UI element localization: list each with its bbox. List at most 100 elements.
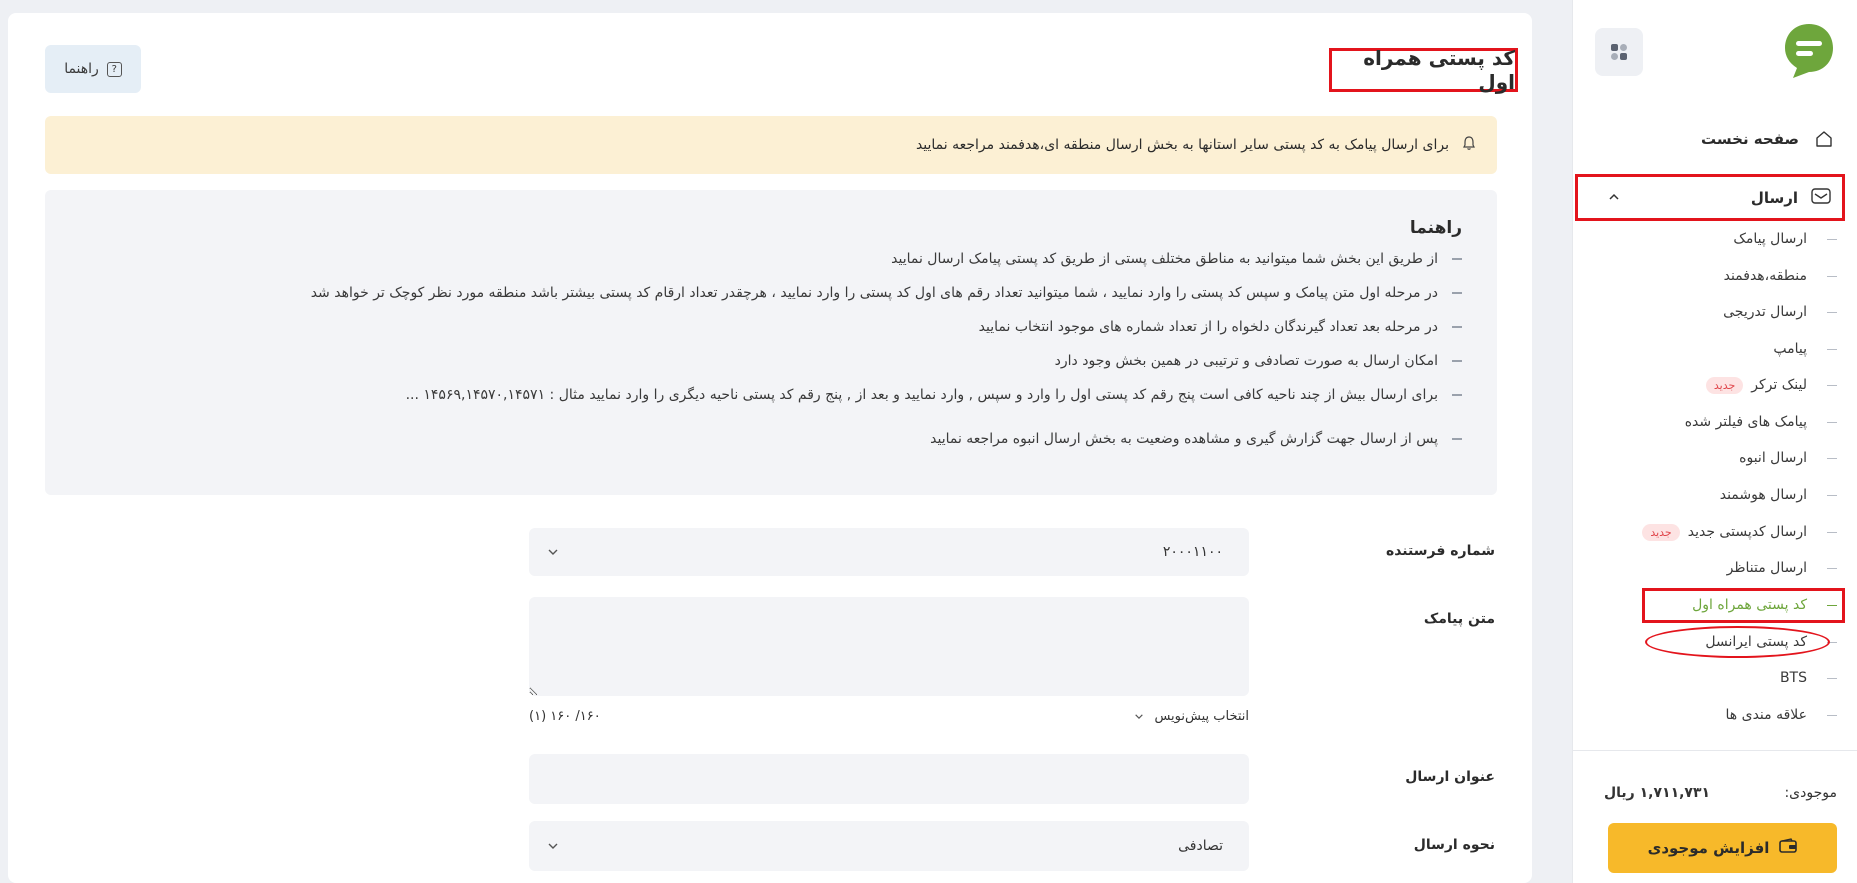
template-picker[interactable]: انتخاب پیش‌نویس xyxy=(1134,709,1249,724)
guide-title: راهنما xyxy=(1409,218,1462,238)
sidebar-item-send-sms[interactable]: ارسال پیامک xyxy=(1587,225,1837,253)
balance-label: موجودی: xyxy=(1784,785,1837,801)
dash-icon xyxy=(1452,394,1462,396)
dash-icon xyxy=(1452,292,1462,294)
chevron-down-icon xyxy=(547,838,559,854)
new-badge: جدید xyxy=(1642,523,1680,541)
guide-list: از طریق این بخش شما میتوانید به مناطق مخ… xyxy=(82,242,1462,456)
sms-count: (۱) xyxy=(529,709,547,724)
chevron-down-icon xyxy=(547,544,559,560)
sidebar-item-label: BTS xyxy=(1779,670,1807,686)
dash-icon xyxy=(1827,531,1837,533)
char-counter: ۱۶۰/ ۱۶۰ (۱) xyxy=(529,709,601,724)
sidebar-item-new-postcode-send[interactable]: ارسال کدپستی جدید جدید xyxy=(1587,518,1837,546)
guide-item: از طریق این بخش شما میتوانید به مناطق مخ… xyxy=(82,242,1462,276)
sidebar-item-label: ارسال کدپستی جدید xyxy=(1687,524,1807,540)
nav-home[interactable]: صفحه نخست xyxy=(1599,121,1837,157)
subject-input[interactable] xyxy=(529,754,1249,804)
sidebar-item-label: ارسال انبوه xyxy=(1739,450,1807,466)
bell-icon xyxy=(1461,135,1477,155)
guide-item-text: پس از ارسال جهت گزارش گیری و مشاهده وضعی… xyxy=(930,431,1438,447)
dash-icon xyxy=(1827,348,1837,350)
apps-button[interactable] xyxy=(1595,28,1643,76)
help-button[interactable]: ? راهنما xyxy=(45,45,141,93)
guide-item: در مرحله بعد تعداد گیرندگان دلخواه را از… xyxy=(82,310,1462,344)
apps-grid-icon xyxy=(1611,44,1627,60)
guide-item-text: امکان ارسال به صورت تصادفی و ترتیبی در ه… xyxy=(1054,353,1438,369)
guide-item-text: در مرحله بعد تعداد گیرندگان دلخواه را از… xyxy=(978,319,1438,335)
dash-icon xyxy=(1827,238,1837,240)
message-label: متن پیامک xyxy=(1423,611,1495,627)
sidebar-item-label: ارسال تدریجی xyxy=(1723,304,1807,320)
nav-home-label: صفحه نخست xyxy=(1700,130,1799,148)
guide-item: امکان ارسال به صورت تصادفی و ترتیبی در ه… xyxy=(82,344,1462,378)
sender-value: ۲۰۰۰۱۱۰۰ xyxy=(1162,544,1223,560)
sidebar-item-bulk-send[interactable]: ارسال انبوه xyxy=(1587,444,1837,472)
subject-label: عنوان ارسال xyxy=(1405,769,1495,785)
balance-row: موجودی: ۱,۷۱۱,۷۳۱ ریال xyxy=(1604,785,1837,801)
sidebar: صفحه نخست ارسال ارسال پیامک منطقه،هدفمند… xyxy=(1572,0,1857,883)
sender-select[interactable]: ۲۰۰۰۱۱۰۰ xyxy=(529,528,1249,576)
home-icon xyxy=(1811,129,1837,149)
sidebar-item-label: ارسال پیامک xyxy=(1733,231,1807,247)
new-badge: جدید xyxy=(1705,376,1744,394)
dash-icon xyxy=(1452,360,1462,362)
dash-icon xyxy=(1827,494,1837,496)
message-input[interactable] xyxy=(529,597,1249,696)
sidebar-item-label: پیامک های فیلتر شده xyxy=(1684,414,1807,430)
sidebar-item-smart-send[interactable]: ارسال هوشمند xyxy=(1587,481,1837,509)
increase-balance-button[interactable]: افزایش موجودی xyxy=(1608,823,1837,873)
brand-logo-icon[interactable] xyxy=(1783,22,1835,80)
sidebar-item-label: لینک ترکر xyxy=(1751,377,1807,393)
chevron-down-icon xyxy=(1135,714,1144,719)
guide-item-text: از طریق این بخش شما میتوانید به مناطق مخ… xyxy=(891,251,1438,267)
guide-item: در مرحله اول متن پیامک و سپس کد پستی را … xyxy=(82,276,1462,310)
sidebar-item-label: ارسال متناظر xyxy=(1726,560,1807,576)
char-count: ۱۶۰/ ۱۶۰ xyxy=(550,709,601,724)
message-textarea[interactable] xyxy=(529,597,1249,696)
guide-item: پس از ارسال جهت گزارش گیری و مشاهده وضعی… xyxy=(82,422,1462,456)
dash-icon xyxy=(1827,421,1837,423)
dash-icon xyxy=(1827,677,1837,679)
method-select[interactable]: تصادفی xyxy=(529,821,1249,871)
info-alert: برای ارسال پیامک به کد پستی سایر استانها… xyxy=(45,116,1497,174)
dash-icon xyxy=(1827,457,1837,459)
dash-icon xyxy=(1827,311,1837,313)
sidebar-item-gradual-send[interactable]: ارسال تدریجی xyxy=(1587,298,1837,326)
question-icon: ? xyxy=(106,61,122,77)
sidebar-footer: موجودی: ۱,۷۱۱,۷۳۱ ریال افزایش موجودی xyxy=(1572,750,1857,883)
sidebar-item-targeted-area[interactable]: منطقه،هدفمند xyxy=(1587,262,1837,290)
guide-item: برای ارسال بیش از چند ناحیه کافی است پنج… xyxy=(82,378,1462,412)
sender-label: شماره فرستنده xyxy=(1385,543,1495,559)
dash-icon xyxy=(1452,438,1462,440)
dash-icon xyxy=(1452,326,1462,328)
dash-icon xyxy=(1452,258,1462,260)
sidebar-item-bts[interactable]: BTS xyxy=(1587,664,1837,692)
message-meta-row: انتخاب پیش‌نویس ۱۶۰/ ۱۶۰ (۱) xyxy=(529,709,1249,724)
sidebar-item-link-tracker[interactable]: لینک ترکر جدید xyxy=(1587,371,1837,399)
main-panel: کد پستی همراه اول ? راهنما برای ارسال پی… xyxy=(8,13,1532,883)
dash-icon xyxy=(1827,384,1837,386)
guide-box: راهنما از طریق این بخش شما میتوانید به م… xyxy=(45,190,1497,495)
dash-icon xyxy=(1827,567,1837,569)
send-mail-icon xyxy=(1810,186,1832,210)
sidebar-item-filtered-sms[interactable]: پیامک های فیلتر شده xyxy=(1587,408,1837,436)
sidebar-item-payamp[interactable]: پیامپ xyxy=(1587,335,1837,363)
sidebar-item-favorites[interactable]: علاقه مندی ها xyxy=(1587,701,1837,729)
guide-item-text: برای ارسال بیش از چند ناحیه کافی است پنج… xyxy=(405,387,1438,403)
sidebar-item-label: علاقه مندی ها xyxy=(1725,707,1807,723)
alert-text: برای ارسال پیامک به کد پستی سایر استانها… xyxy=(915,137,1449,153)
dash-icon xyxy=(1827,275,1837,277)
sidebar-item-matched-send[interactable]: ارسال متناظر xyxy=(1587,554,1837,582)
wallet-icon xyxy=(1779,838,1798,858)
page-title: کد پستی همراه اول xyxy=(1329,46,1518,94)
help-button-label: راهنما xyxy=(64,61,99,77)
sidebar-item-label: پیامپ xyxy=(1773,341,1807,357)
guide-item-text: در مرحله اول متن پیامک و سپس کد پستی را … xyxy=(310,285,1438,301)
active-highlight-box xyxy=(1642,588,1845,623)
dash-icon xyxy=(1827,714,1837,716)
template-picker-label: انتخاب پیش‌نویس xyxy=(1154,709,1249,724)
nav-send[interactable]: ارسال xyxy=(1575,174,1845,221)
sidebar-item-label: منطقه،هدفمند xyxy=(1723,268,1807,284)
nav-send-label: ارسال xyxy=(1750,188,1798,207)
